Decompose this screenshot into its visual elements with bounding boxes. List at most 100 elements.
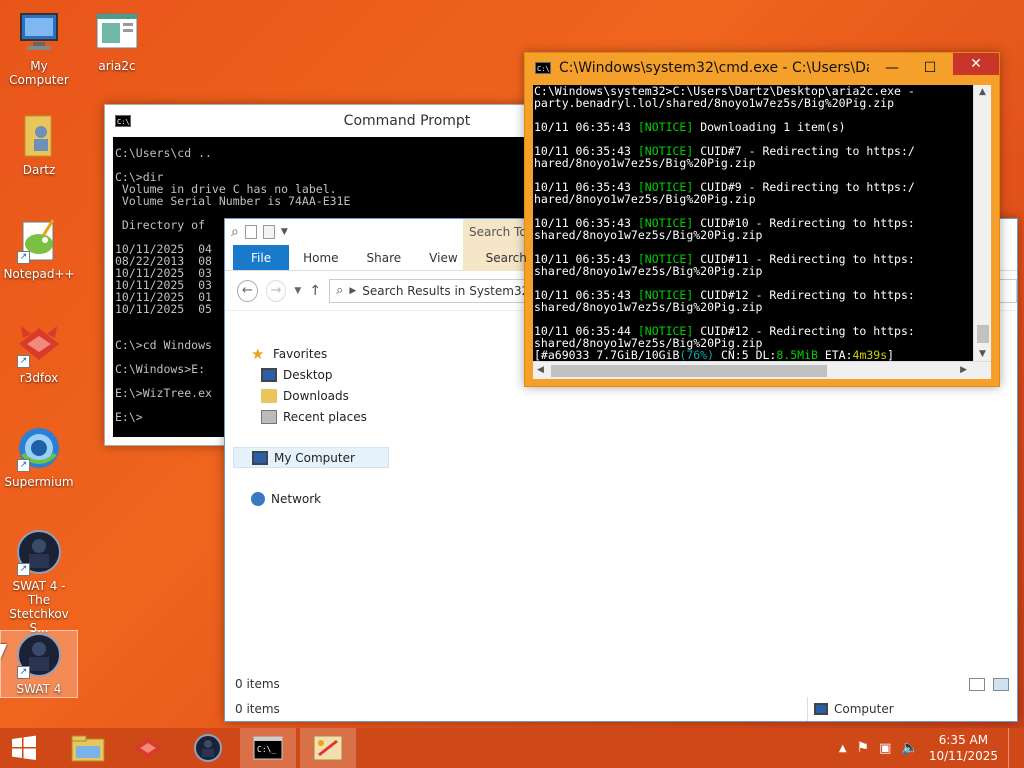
taskbar-command-prompt[interactable]: C:\_ xyxy=(240,728,296,768)
user-folder-icon xyxy=(15,112,63,160)
cmd-icon: C:\_ xyxy=(253,736,283,760)
taskbar-swat4[interactable] xyxy=(180,728,236,768)
notepadpp-icon: ↗ xyxy=(15,216,63,264)
volume-icon[interactable]: 🔈 xyxy=(901,740,918,756)
progress-eta: 4m39s xyxy=(852,348,888,361)
window-title: Command Prompt xyxy=(343,113,471,129)
nav-item-favorites[interactable]: ★ Favorites xyxy=(233,343,393,364)
console-line: shared/8noyo1w7ez5s/Big%20Pig.zip xyxy=(534,265,973,277)
r3dfox-icon xyxy=(134,738,162,758)
network-icon xyxy=(251,491,265,506)
tab-file[interactable]: File xyxy=(233,245,290,270)
desktop-icon-r3dfox[interactable]: ↗ r3dfox xyxy=(0,320,78,385)
clock-date: 10/11/2025 xyxy=(928,749,998,763)
desktop-icon-supermium[interactable]: ↗ Supermium xyxy=(0,424,78,489)
log-timestamp: 10/11 06:35:43 xyxy=(534,120,631,134)
nav-item-network[interactable]: Network xyxy=(233,488,393,509)
status-location: Computer xyxy=(807,697,957,721)
shortcut-arrow-icon: ↗ xyxy=(17,251,30,264)
star-icon: ★ xyxy=(251,344,265,363)
action-center-flag-icon[interactable]: ⚑ xyxy=(857,740,870,756)
desktop-icon-dartz[interactable]: Dartz xyxy=(0,112,78,177)
show-hidden-icons-icon[interactable]: ▲ xyxy=(839,743,847,754)
console-text: party.benadryl.lol/shared/8noyo1w7ez5s/B… xyxy=(534,96,895,110)
customize-dropdown-icon[interactable]: ▼ xyxy=(281,227,288,237)
desktop-icon-my-computer[interactable]: My Computer xyxy=(0,8,78,87)
clock[interactable]: 6:35 AM 10/11/2025 xyxy=(929,732,998,764)
close-button[interactable]: ✕ xyxy=(953,53,999,75)
network-status-icon[interactable]: ▣ xyxy=(879,741,891,756)
horizontal-scrollbar[interactable]: ◀ ▶ xyxy=(533,361,991,379)
nav-item-recent-places[interactable]: Recent places xyxy=(233,406,393,427)
scroll-up-icon[interactable]: ▲ xyxy=(979,87,986,97)
tab-home[interactable]: Home xyxy=(289,245,352,270)
windows-logo-icon xyxy=(12,735,36,760)
desktop-icon-aria2c[interactable]: aria2c xyxy=(78,8,156,73)
monitor-icon xyxy=(15,8,63,56)
nav-item-downloads[interactable]: Downloads xyxy=(233,385,393,406)
breadcrumb[interactable]: Search Results in System32 xyxy=(362,284,529,298)
cmd-icon: C:\ xyxy=(535,62,551,74)
vertical-scrollbar[interactable]: ▲ ▼ xyxy=(973,85,991,361)
nav-item-desktop[interactable]: Desktop xyxy=(233,364,393,385)
svg-text:C:\_: C:\_ xyxy=(257,745,276,754)
recent-locations-dropdown-icon[interactable]: ▼ xyxy=(294,286,301,296)
taskbar-r3dfox[interactable] xyxy=(120,728,176,768)
log-message: Downloading 1 item(s) xyxy=(693,120,846,134)
new-folder-icon[interactable] xyxy=(262,225,275,239)
swat4-icon: ↗ xyxy=(15,631,63,679)
breadcrumb-chevron-icon[interactable]: ▶ xyxy=(349,286,356,296)
progress-gid: [#a69033 7.7GiB/10GiB xyxy=(534,348,680,361)
minimize-button[interactable]: — xyxy=(877,60,907,76)
desktop-icon-swat4-stetchkov[interactable]: ↗ SWAT 4 - The Stetchkov S... xyxy=(0,528,78,635)
progress-percent: (76%) xyxy=(679,348,715,361)
console-line: party.benadryl.lol/shared/8noyo1w7ez5s/B… xyxy=(534,97,973,109)
item-count: 0 items xyxy=(235,677,280,691)
log-continuation: hared/8noyo1w7ez5s/Big%20Pig.zip xyxy=(534,156,756,170)
taskbar: C:\_ ▲ ⚑ ▣ 🔈 6:35 AM 10/11/2025 xyxy=(0,728,1024,768)
scroll-down-icon[interactable]: ▼ xyxy=(979,349,986,359)
properties-icon[interactable] xyxy=(244,225,257,239)
r3dfox-icon: ↗ xyxy=(15,320,63,368)
back-button[interactable]: ← xyxy=(237,279,258,302)
file-window-icon xyxy=(93,8,141,56)
log-continuation: hared/8noyo1w7ez5s/Big%20Pig.zip xyxy=(534,192,756,206)
aria2c-console-window[interactable]: C:\ C:\Windows\system32\cmd.exe - C:\Use… xyxy=(524,52,1000,387)
tab-share[interactable]: Share xyxy=(353,245,416,270)
maximize-button[interactable]: ☐ xyxy=(915,60,945,76)
mouse-cursor-icon xyxy=(0,644,14,660)
scrollbar-thumb[interactable] xyxy=(977,325,989,343)
scroll-right-icon[interactable]: ▶ xyxy=(960,365,967,375)
scroll-left-icon[interactable]: ◀ xyxy=(537,365,544,375)
log-continuation: shared/8noyo1w7ez5s/Big%20Pig.zip xyxy=(534,264,763,278)
taskbar-paint[interactable] xyxy=(300,728,356,768)
view-switcher xyxy=(969,678,1009,691)
desktop-icon-label: Supermium xyxy=(4,475,74,489)
desktop-icon-notepadpp[interactable]: ↗ Notepad++ xyxy=(0,216,78,281)
shortcut-arrow-icon: ↗ xyxy=(17,355,30,368)
details-view-icon[interactable] xyxy=(969,678,985,691)
search-icon[interactable]: ⌕ xyxy=(231,224,239,240)
computer-icon xyxy=(814,703,828,715)
nav-item-my-computer[interactable]: My Computer xyxy=(233,447,389,468)
desktop-icon-label: Dartz xyxy=(22,163,56,177)
command-prompt-titlebar[interactable]: C:\ Command Prompt xyxy=(105,105,563,137)
up-button[interactable]: ↑ xyxy=(309,283,321,299)
shortcut-arrow-icon: ↗ xyxy=(17,563,30,576)
desktop-icon-label: My Computer xyxy=(9,59,69,87)
scrollbar-thumb[interactable] xyxy=(551,365,827,377)
aria2c-titlebar[interactable]: C:\ C:\Windows\system32\cmd.exe - C:\Use… xyxy=(525,53,999,83)
tab-search[interactable]: Search xyxy=(472,245,541,270)
taskbar-file-explorer[interactable] xyxy=(60,728,116,768)
console-output[interactable]: C:\Windows\system32>C:\Users\Dartz\Deskt… xyxy=(533,85,973,361)
forward-button[interactable]: → xyxy=(265,279,287,302)
show-desktop-button[interactable] xyxy=(1008,728,1014,768)
progress-end: ] xyxy=(887,348,895,361)
swat4-icon xyxy=(194,734,222,762)
desktop-icon-swat4[interactable]: ↗ SWAT 4 xyxy=(0,630,78,698)
console-line: Volume Serial Number is 74AA-E31E xyxy=(115,194,351,208)
large-icons-view-icon[interactable] xyxy=(993,678,1009,691)
start-button[interactable] xyxy=(0,728,48,768)
console-line: 10/11 06:35:43 [NOTICE] Downloading 1 it… xyxy=(534,121,973,133)
